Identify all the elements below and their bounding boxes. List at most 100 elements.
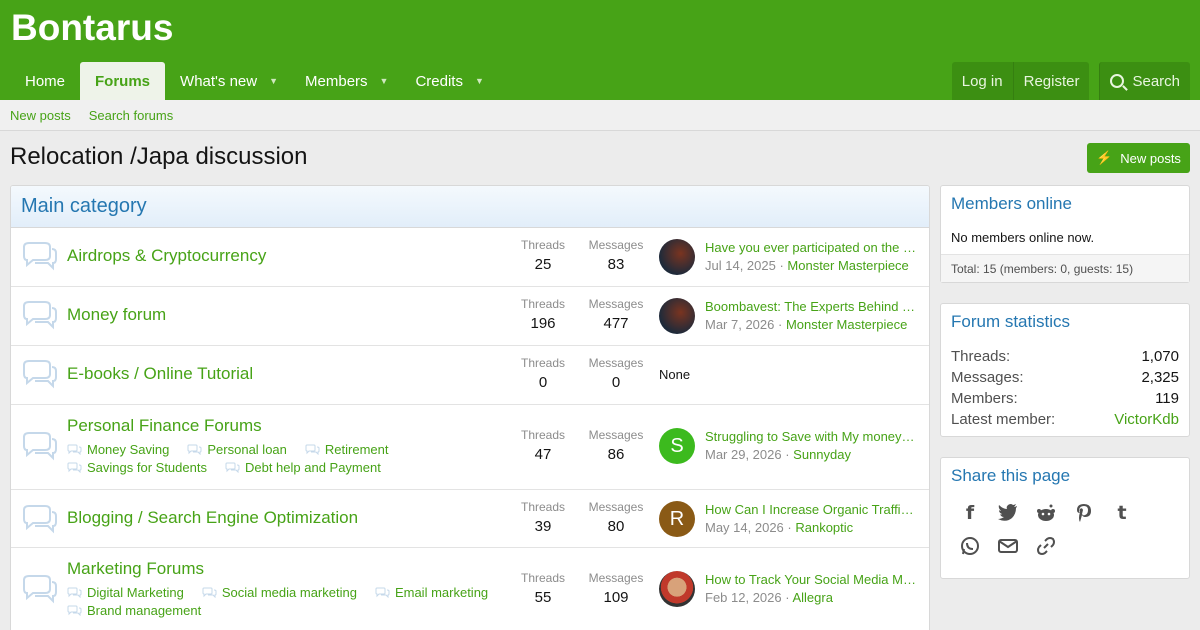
threads-count: 196 xyxy=(530,315,556,332)
last-post-meta: Mar 29, 2026 · Sunnyday xyxy=(705,447,851,462)
chevron-down-icon[interactable]: ▼ xyxy=(475,76,484,86)
last-post-meta: May 14, 2026 · Rankoptic xyxy=(705,520,854,535)
messages-label: Messages xyxy=(588,571,644,585)
threads-stat: Threads 47 xyxy=(508,428,578,463)
subforum-list: Money Saving Personal loan Retirement Sa… xyxy=(67,442,406,478)
stat-row: Threads: 1,070 xyxy=(941,346,1189,367)
messages-count: 109 xyxy=(603,589,629,606)
email-icon[interactable] xyxy=(989,529,1027,562)
forum-title[interactable]: Money forum xyxy=(67,305,166,325)
search-icon xyxy=(1110,74,1125,88)
new-posts-link[interactable]: New posts xyxy=(10,108,71,123)
last-post-date[interactable]: Mar 29, 2026 xyxy=(705,447,782,462)
reddit-icon[interactable] xyxy=(1027,496,1065,529)
subforum-link[interactable]: Money Saving xyxy=(67,442,169,457)
last-post-date[interactable]: Jul 14, 2025 xyxy=(705,258,776,273)
subforum-link[interactable]: Savings for Students xyxy=(67,460,207,475)
forum-node: Marketing Forums Digital Marketing Socia… xyxy=(11,548,929,630)
search-label: Search xyxy=(1132,72,1180,90)
last-post-user[interactable]: Monster Masterpiece xyxy=(786,317,907,332)
new-posts-button[interactable]: ⚡ New posts xyxy=(1087,143,1190,173)
tab-label: Home xyxy=(25,72,66,90)
subforum-link[interactable]: Personal loan xyxy=(187,442,287,457)
last-post-title[interactable]: Have you ever participated on the c... xyxy=(705,240,917,255)
last-post-date[interactable]: May 14, 2026 xyxy=(705,520,784,535)
messages-label: Messages xyxy=(588,356,644,370)
forum-title[interactable]: Blogging / Search Engine Optimization xyxy=(67,508,358,528)
login-button[interactable]: Log in xyxy=(951,62,1013,100)
pinterest-icon[interactable] xyxy=(1065,496,1103,529)
share-icons: f t xyxy=(941,496,1181,562)
tumblr-icon[interactable]: t xyxy=(1103,496,1141,529)
threads-count: 47 xyxy=(534,446,552,463)
avatar[interactable]: R xyxy=(659,501,695,537)
twitter-icon[interactable] xyxy=(989,496,1027,529)
subforum-link[interactable]: Digital Marketing xyxy=(67,585,184,600)
forum-node: E-books / Online Tutorial Threads 0 Mess… xyxy=(11,346,929,405)
messages-stat: Messages 0 xyxy=(581,356,651,391)
latest-member-link[interactable]: VictorKdb xyxy=(1114,411,1179,428)
threads-count: 55 xyxy=(534,589,552,606)
subforum-chat-icon xyxy=(225,462,240,473)
search-forums-link[interactable]: Search forums xyxy=(89,108,174,123)
whatsapp-icon[interactable] xyxy=(951,529,989,562)
last-post-date[interactable]: Mar 7, 2026 xyxy=(705,317,774,332)
avatar[interactable] xyxy=(659,298,695,334)
facebook-icon[interactable]: f xyxy=(951,496,989,529)
subforum-link[interactable]: Social media marketing xyxy=(202,585,357,600)
subforum-chat-icon xyxy=(187,444,202,455)
last-post-title[interactable]: Struggling to Save with My money w... xyxy=(705,429,917,444)
register-button[interactable]: Register xyxy=(1012,62,1090,100)
last-post-title[interactable]: Boombavest: The Experts Behind C... xyxy=(705,299,917,314)
last-post-user[interactable]: Allegra xyxy=(792,590,832,605)
stat-value: 2,325 xyxy=(1141,369,1179,386)
subforum-link[interactable]: Email marketing xyxy=(375,585,488,600)
threads-label: Threads xyxy=(520,500,566,514)
avatar[interactable]: S xyxy=(659,428,695,464)
last-post-none: None xyxy=(659,367,691,382)
last-post: R How Can I Increase Organic Traffic f..… xyxy=(659,501,921,541)
tab-credits[interactable]: Credits ▼ xyxy=(400,62,495,100)
link-icon[interactable] xyxy=(1027,529,1065,562)
last-post-title[interactable]: How Can I Increase Organic Traffic f... xyxy=(705,502,917,517)
last-post-title[interactable]: How to Track Your Social Media Ma... xyxy=(705,572,917,587)
forum-title[interactable]: Personal Finance Forums xyxy=(67,416,262,436)
threads-stat: Threads 39 xyxy=(508,500,578,535)
tab-label: Forums xyxy=(95,72,151,90)
tab-label: What's new xyxy=(180,72,258,90)
last-post-date[interactable]: Feb 12, 2026 xyxy=(705,590,782,605)
tab-members[interactable]: Members ▼ xyxy=(290,62,400,100)
forum-title[interactable]: Airdrops & Cryptocurrency xyxy=(67,246,266,266)
last-post-user[interactable]: Monster Masterpiece xyxy=(787,258,908,273)
forum-title[interactable]: Marketing Forums xyxy=(67,559,204,579)
subforum-label: Debt help and Payment xyxy=(244,460,381,475)
threads-count: 0 xyxy=(538,374,548,391)
members-online-title[interactable]: Members online xyxy=(941,186,1189,214)
threads-stat: Threads 25 xyxy=(508,238,578,273)
tab-whats-new[interactable]: What's new ▼ xyxy=(165,62,290,100)
subforum-label: Brand management xyxy=(87,603,202,618)
tab-forums[interactable]: Forums xyxy=(80,62,166,100)
threads-stat: Threads 196 xyxy=(508,297,578,332)
chevron-down-icon[interactable]: ▼ xyxy=(380,76,389,86)
avatar[interactable] xyxy=(659,571,695,607)
messages-label: Messages xyxy=(588,297,644,311)
tab-home[interactable]: Home xyxy=(10,62,80,100)
forum-node: Blogging / Search Engine Optimization Th… xyxy=(11,490,929,548)
last-post: S Struggling to Save with My money w... … xyxy=(659,428,921,468)
subforum-link[interactable]: Debt help and Payment xyxy=(225,460,381,475)
last-post-user[interactable]: Rankoptic xyxy=(795,520,853,535)
last-post-user[interactable]: Sunnyday xyxy=(793,447,851,462)
messages-count: 86 xyxy=(607,446,625,463)
forum-statistics-title: Forum statistics xyxy=(951,312,1071,331)
forum-chat-icon xyxy=(23,432,57,461)
subforum-link[interactable]: Brand management xyxy=(67,603,201,618)
forum-title[interactable]: E-books / Online Tutorial xyxy=(67,364,253,384)
forum-chat-icon xyxy=(23,505,57,534)
site-logo[interactable]: Bontarus xyxy=(11,7,173,49)
subforum-link[interactable]: Retirement xyxy=(305,442,388,457)
chevron-down-icon[interactable]: ▼ xyxy=(269,76,278,86)
category-title[interactable]: Main category xyxy=(11,186,929,228)
search-button[interactable]: Search xyxy=(1099,62,1190,100)
avatar[interactable] xyxy=(659,239,695,275)
